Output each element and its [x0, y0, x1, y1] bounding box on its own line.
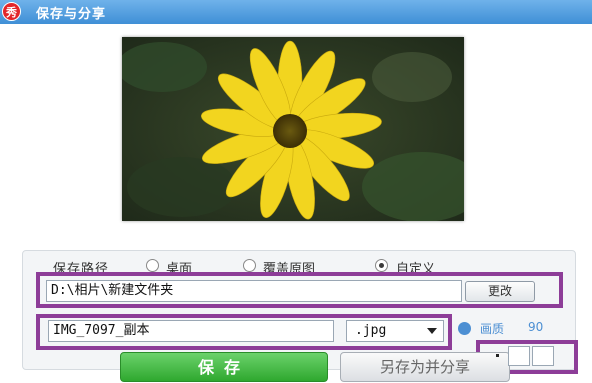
extension-select[interactable]: .jpg	[346, 320, 444, 342]
quality-icon[interactable]	[458, 322, 471, 335]
share-option-box-2[interactable]	[532, 346, 554, 366]
photo-preview	[122, 37, 464, 221]
save-as-share-button[interactable]: 另存为并分享	[340, 352, 510, 382]
radio-overwrite[interactable]	[243, 259, 256, 272]
sunflower-photo	[122, 37, 464, 221]
filename-input[interactable]: IMG_7097_副本	[48, 320, 334, 342]
save-path-input[interactable]: D:\相片\新建文件夹	[46, 280, 462, 302]
radio-custom[interactable]	[375, 259, 388, 272]
app-logo-icon: 秀	[2, 2, 21, 21]
quality-label[interactable]: 画质	[480, 320, 504, 337]
radio-desktop[interactable]	[146, 259, 159, 272]
quality-value[interactable]: 90	[528, 320, 543, 334]
window-title: 保存与分享	[36, 7, 107, 22]
save-button[interactable]: 保存	[120, 352, 328, 382]
cursor-dot	[496, 354, 499, 357]
chevron-down-icon	[427, 328, 437, 334]
extension-value: .jpg	[355, 323, 387, 338]
change-path-button[interactable]: 更改	[465, 281, 535, 302]
share-option-box-1[interactable]	[508, 346, 530, 366]
title-bar: 秀 保存与分享	[0, 0, 592, 24]
